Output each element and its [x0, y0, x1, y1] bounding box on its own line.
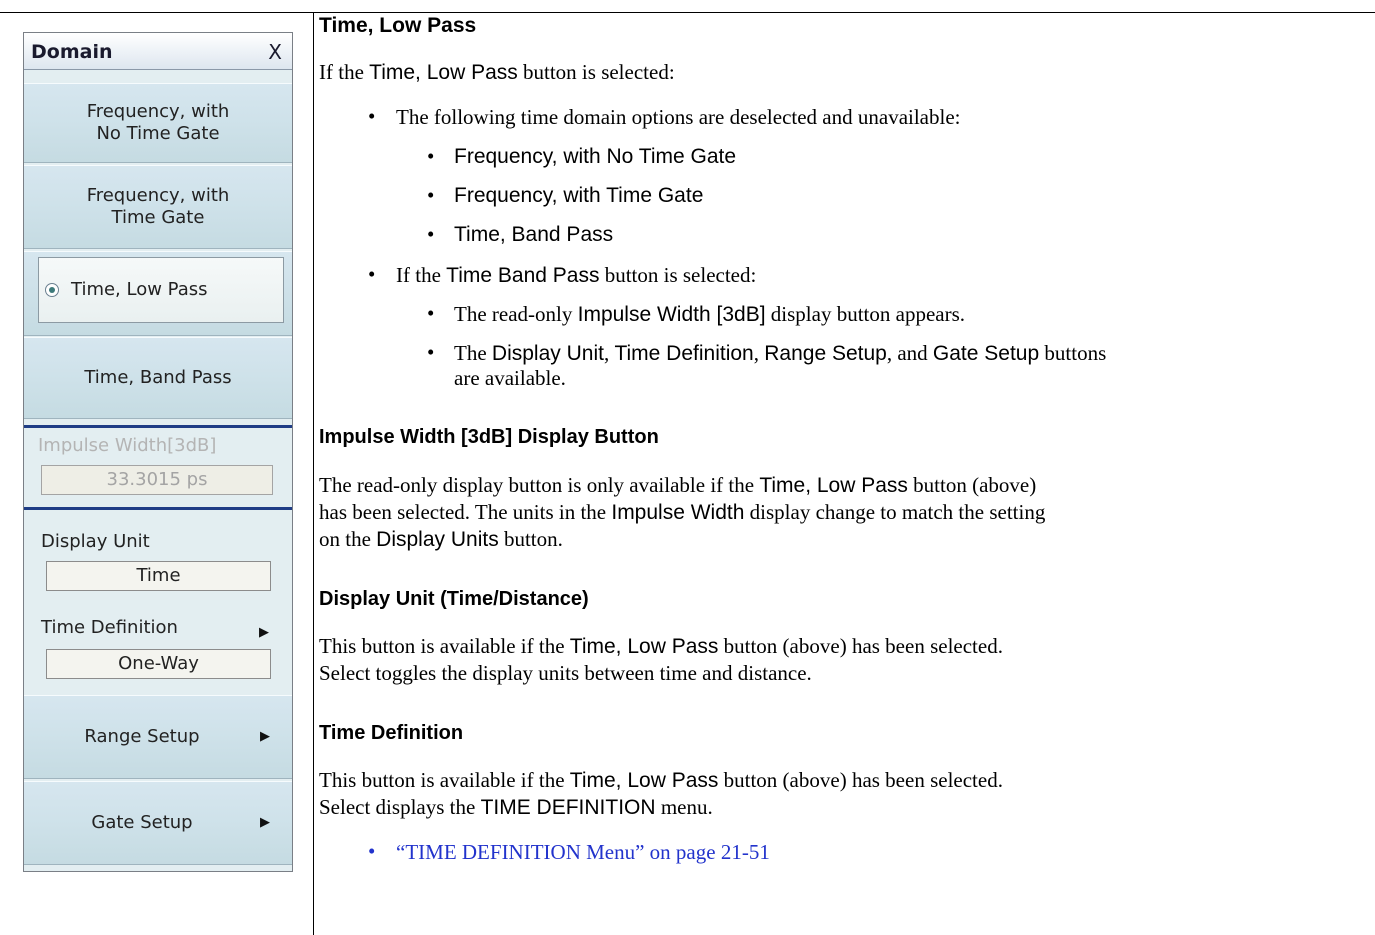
close-icon[interactable]: X: [268, 40, 282, 64]
bullet-text: The Display Unit, Time Definition, Range…: [454, 341, 1107, 365]
frequency-time-gate-button[interactable]: Frequency, with Time Gate: [24, 165, 292, 249]
gate-setup-button[interactable]: Gate Setup ▶: [24, 781, 292, 865]
section-divider: [24, 507, 292, 510]
display-unit-label: Display Unit: [41, 531, 150, 552]
bullet-text: If the Time Band Pass button is selected…: [396, 263, 757, 287]
menu-title: Domain: [31, 41, 113, 63]
bullet-icon: •: [427, 222, 435, 246]
submenu-arrow-icon: ▶: [259, 625, 269, 640]
paragraph-line: has been selected. The units in the Impu…: [319, 500, 1046, 524]
bullet-text: Frequency, with No Time Gate: [454, 145, 737, 168]
button-label-line1: Frequency, with: [86, 185, 230, 206]
paragraph-line: This button is available if the Time, Lo…: [319, 634, 1003, 658]
section-heading: Time, Low Pass: [319, 14, 477, 37]
button-label: Range Setup: [84, 726, 200, 747]
bullet-icon: •: [368, 104, 376, 128]
paragraph: If the Time, Low Pass button is selected…: [319, 60, 675, 84]
bullet-text: The following time domain options are de…: [396, 105, 961, 129]
button-label-line1: Frequency, with: [86, 101, 230, 122]
bullet-icon: •: [368, 839, 376, 863]
time-band-pass-button[interactable]: Time, Band Pass: [24, 337, 292, 419]
button-label-line2: No Time Gate: [96, 123, 220, 144]
time-low-pass-button[interactable]: Time, Low Pass: [38, 257, 284, 323]
time-definition-label: Time Definition: [41, 617, 178, 638]
column-divider: [313, 12, 314, 935]
time-definition-field[interactable]: One-Way: [46, 649, 271, 679]
paragraph-line: The read-only display button is only ava…: [319, 473, 1037, 497]
time-definition-menu-link[interactable]: “TIME DEFINITION Menu” on page 21-51: [396, 839, 770, 866]
bullet-icon: •: [427, 340, 435, 364]
domain-menu-panel: Domain X Frequency, with No Time Gate Fr…: [23, 32, 293, 872]
button-label: Gate Setup: [91, 812, 193, 833]
section-heading: Display Unit (Time/Distance): [319, 588, 589, 610]
submenu-arrow-icon: ▶: [260, 815, 270, 830]
impulse-width-label: Impulse Width[3dB]: [38, 435, 217, 456]
submenu-arrow-icon: ▶: [260, 729, 270, 744]
button-label: Time, Band Pass: [84, 367, 232, 388]
section-divider: [24, 425, 292, 428]
impulse-width-field: 33.3015 ps: [41, 465, 273, 495]
bullet-icon: •: [427, 144, 435, 168]
paragraph-line: on the Display Units button.: [319, 527, 563, 551]
display-unit-field[interactable]: Time: [46, 561, 271, 591]
bullet-text: Frequency, with Time Gate: [454, 184, 704, 207]
paragraph-line: Select toggles the display units between…: [319, 661, 812, 685]
paragraph-line: This button is available if the Time, Lo…: [319, 768, 1003, 792]
bullet-icon: •: [427, 183, 435, 207]
paragraph-line: Select displays the TIME DEFINITION menu…: [319, 795, 713, 819]
section-heading: Impulse Width [3dB] Display Button: [319, 426, 659, 448]
bullet-icon: •: [427, 301, 435, 325]
bullet-icon: •: [368, 262, 376, 286]
section-heading: Time Definition: [319, 722, 464, 744]
button-label-line2: Time Gate: [111, 207, 205, 228]
bullet-text: Time, Band Pass: [454, 223, 614, 246]
menu-header: Domain X: [24, 33, 292, 70]
top-rule: [0, 12, 1375, 13]
bullet-text-continued: are available.: [454, 366, 566, 390]
frequency-no-time-gate-button[interactable]: Frequency, with No Time Gate: [24, 83, 292, 163]
range-setup-button[interactable]: Range Setup ▶: [24, 695, 292, 779]
radio-selected-icon: [45, 283, 59, 297]
button-label: Time, Low Pass: [71, 279, 208, 300]
bullet-text: The read-only Impulse Width [3dB] displa…: [454, 302, 966, 326]
